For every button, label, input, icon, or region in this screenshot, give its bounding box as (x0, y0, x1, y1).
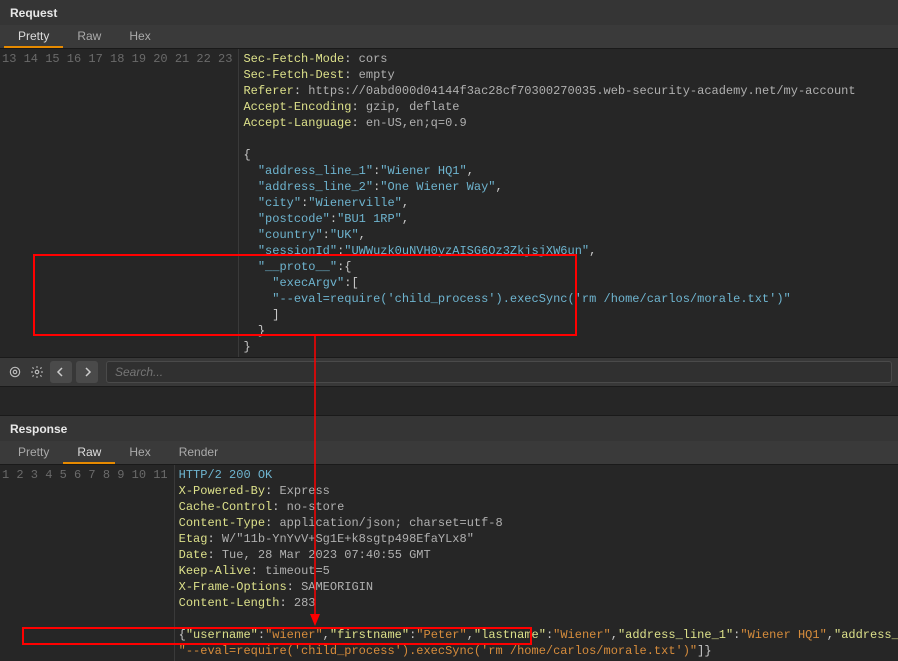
request-code-area[interactable]: 13 14 15 16 17 18 19 20 21 22 23 Sec-Fet… (0, 49, 898, 357)
tab-pretty[interactable]: Pretty (4, 441, 63, 464)
tab-raw[interactable]: Raw (63, 441, 115, 464)
tab-raw[interactable]: Raw (63, 25, 115, 48)
request-panel: Request PrettyRawHex 13 14 15 16 17 18 1… (0, 0, 898, 357)
response-code[interactable]: HTTP/2 200 OK X-Powered-By: Express Cach… (175, 465, 898, 661)
nav-back-button[interactable] (50, 361, 72, 383)
response-tabs: PrettyRawHexRender (0, 441, 898, 465)
tab-hex[interactable]: Hex (115, 25, 164, 48)
request-code[interactable]: Sec-Fetch-Mode: cors Sec-Fetch-Dest: emp… (239, 49, 898, 357)
response-gutter: 1 2 3 4 5 6 7 8 9 10 11 (0, 465, 175, 661)
gear-icon[interactable] (28, 363, 46, 381)
request-gutter: 13 14 15 16 17 18 19 20 21 22 23 (0, 49, 239, 357)
search-input[interactable] (106, 361, 892, 383)
response-code-area[interactable]: 1 2 3 4 5 6 7 8 9 10 11 HTTP/2 200 OK X-… (0, 465, 898, 661)
response-title: Response (0, 415, 898, 441)
tab-hex[interactable]: Hex (115, 441, 164, 464)
request-tabs: PrettyRawHex (0, 25, 898, 49)
target-icon[interactable] (6, 363, 24, 381)
tab-pretty[interactable]: Pretty (4, 25, 63, 48)
tab-render[interactable]: Render (165, 441, 232, 464)
nav-forward-button[interactable] (76, 361, 98, 383)
middle-toolbar (0, 357, 898, 387)
request-title: Request (0, 0, 898, 25)
